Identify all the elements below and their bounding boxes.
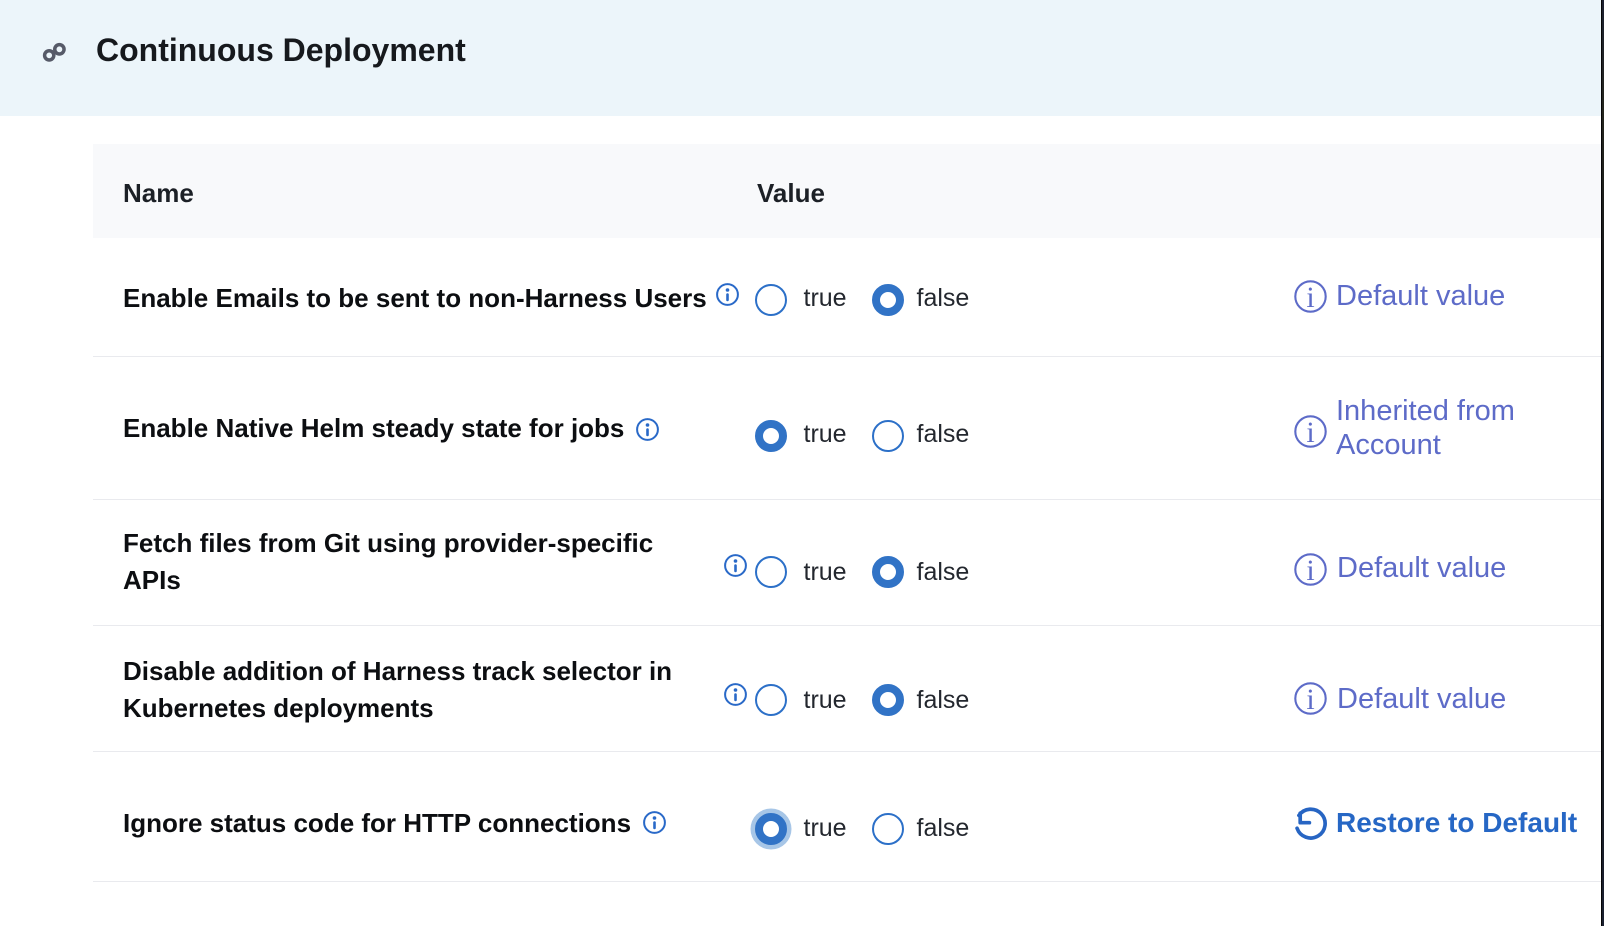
- svg-text:i: i: [1306, 554, 1314, 586]
- svg-text:i: i: [1306, 281, 1314, 313]
- svg-text:i: i: [1306, 683, 1314, 715]
- svg-text:i: i: [1306, 416, 1314, 448]
